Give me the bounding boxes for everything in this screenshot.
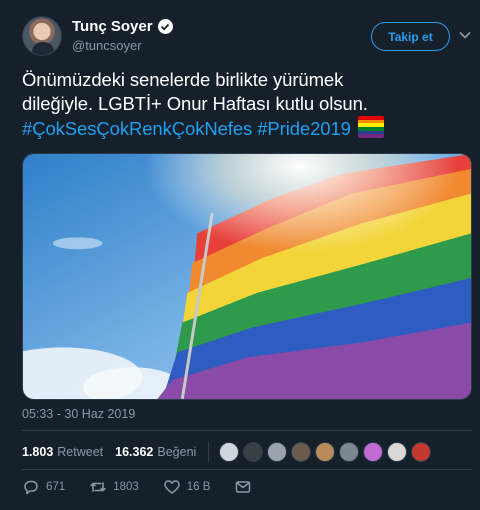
name-row: Tunç Soyer <box>72 18 173 35</box>
tweet-actions: 671 1803 16 B <box>22 478 282 496</box>
avatar[interactable] <box>411 442 432 462</box>
rainbow-flag-photo <box>23 154 471 399</box>
display-name[interactable]: Tunç Soyer <box>72 18 153 35</box>
user-handle[interactable]: @tuncsoyer <box>72 38 142 53</box>
message-button[interactable] <box>234 478 258 496</box>
like-label[interactable]: Beğeni <box>157 445 196 459</box>
avatar[interactable] <box>243 442 264 462</box>
rainbow-flag-icon <box>357 116 384 138</box>
avatar[interactable] <box>363 442 384 462</box>
tweet-photo[interactable] <box>22 153 472 400</box>
avatar[interactable] <box>22 16 62 56</box>
like-count[interactable]: 16.362 <box>115 445 153 459</box>
follow-button[interactable]: Takip et <box>371 22 450 51</box>
retweet-action-count: 1803 <box>113 481 139 493</box>
divider <box>22 430 472 431</box>
avatar[interactable] <box>387 442 408 462</box>
avatar[interactable] <box>291 442 312 462</box>
liker-avatars <box>219 442 432 462</box>
tweet-stats: 1.803 Retweet 16.362 Beğeni <box>22 441 432 463</box>
avatar[interactable] <box>267 442 288 462</box>
like-icon <box>164 480 180 494</box>
tweet-text: Önümüzdeki senelerde birlikte yürümek di… <box>22 68 462 141</box>
tweet-text-line2: dileğiyle. LGBTİ+ Onur Haftası kutlu ols… <box>22 93 368 114</box>
retweet-count[interactable]: 1.803 <box>22 445 53 459</box>
reply-icon <box>24 480 38 495</box>
tweet-text-line1: Önümüzdeki senelerde birlikte yürümek <box>22 69 344 90</box>
chevron-down-icon[interactable] <box>458 28 472 42</box>
retweet-icon <box>90 482 106 492</box>
retweet-button[interactable]: 1803 <box>89 478 139 496</box>
like-button[interactable]: 16 B <box>163 478 211 496</box>
hashtag-link[interactable]: #ÇokSesÇokRenkÇokNefes <box>22 118 252 139</box>
retweet-label[interactable]: Retweet <box>57 445 103 459</box>
stats-divider <box>208 441 210 463</box>
avatar[interactable] <box>339 442 360 462</box>
hashtag-link[interactable]: #Pride2019 <box>257 118 351 139</box>
like-action-count: 16 B <box>186 481 211 493</box>
tweet-timestamp[interactable]: 05:33 - 30 Haz 2019 <box>22 407 135 421</box>
reply-count: 671 <box>46 481 66 493</box>
divider <box>22 469 472 470</box>
verified-icon <box>157 19 173 34</box>
avatar[interactable] <box>315 442 336 462</box>
tweet-header: Tunç Soyer @tuncsoyer Takip et <box>22 16 472 60</box>
message-icon <box>236 481 251 493</box>
reply-button[interactable]: 671 <box>22 478 65 496</box>
avatar[interactable] <box>219 442 240 462</box>
